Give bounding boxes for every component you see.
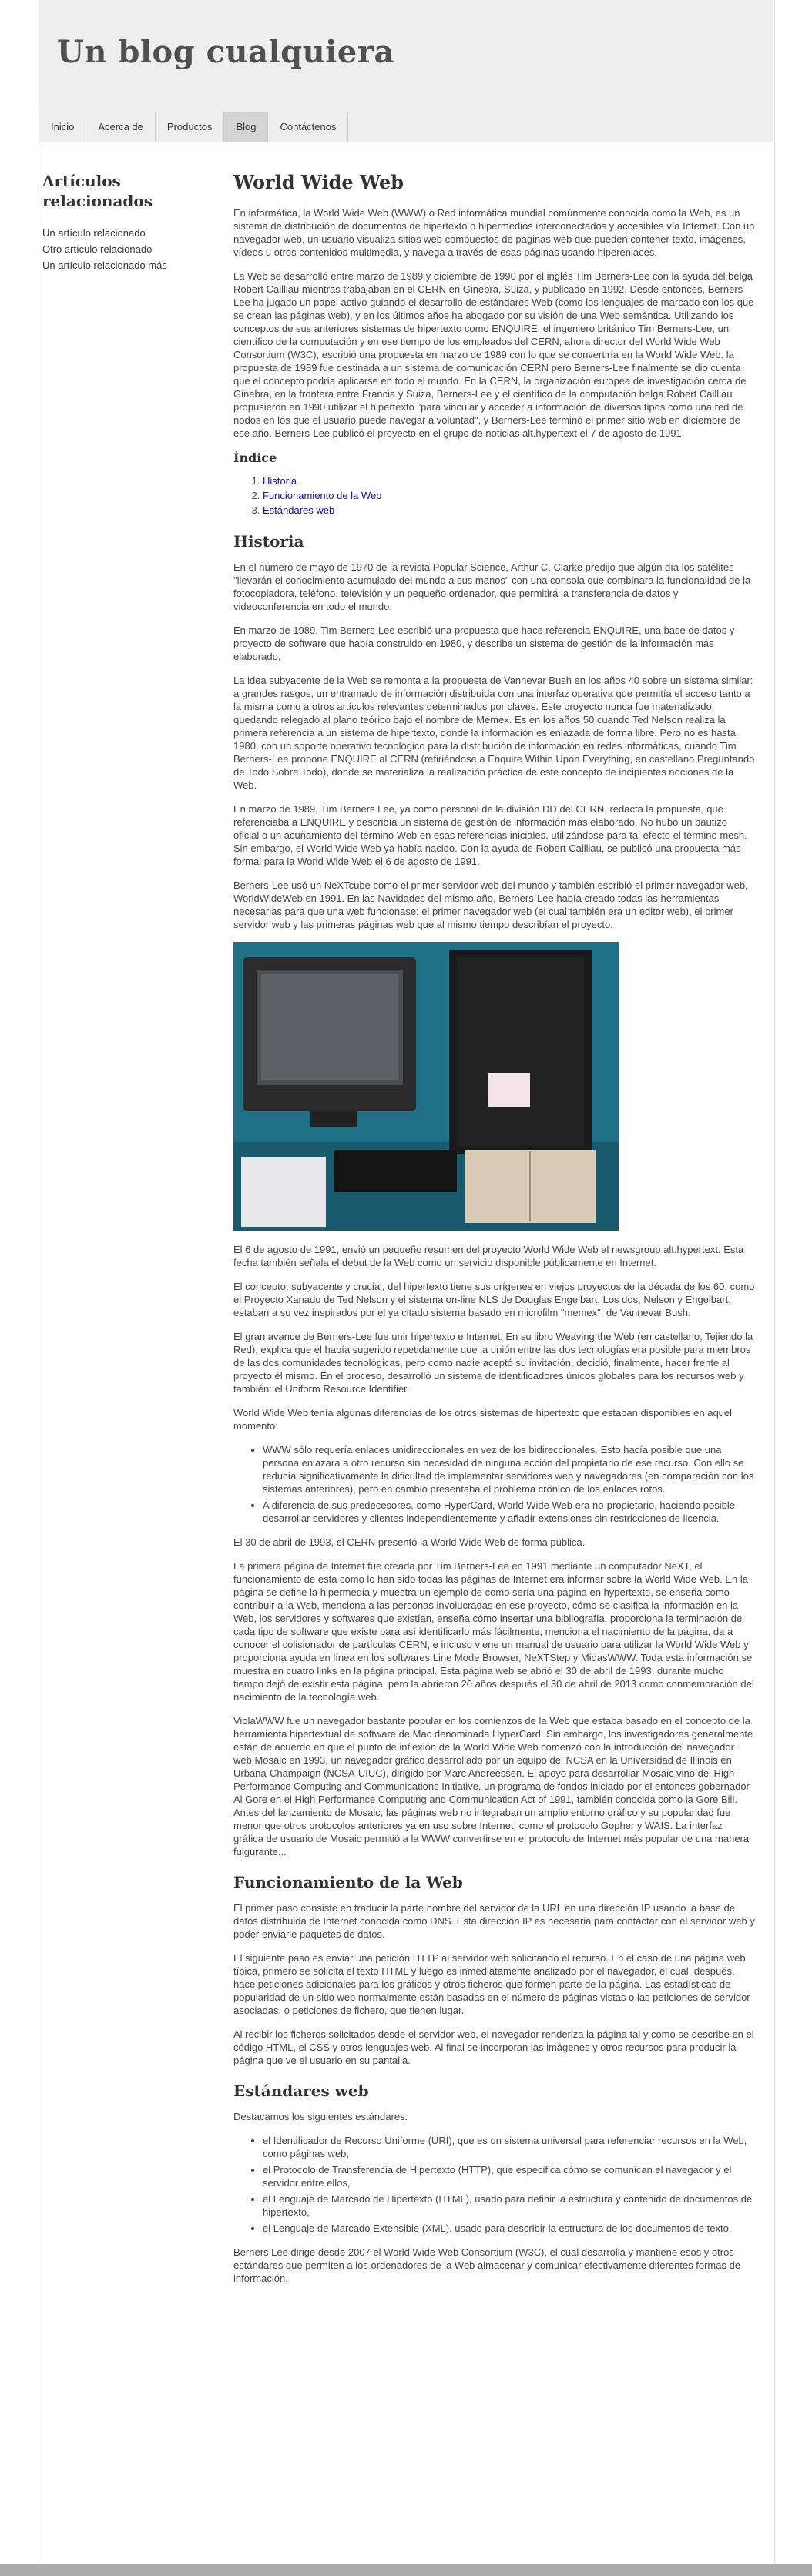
toc-title: Índice (233, 451, 277, 465)
site-title[interactable]: Un blog cualquiera (57, 34, 394, 70)
list-item: A diferencia de sus predecesores, como H… (263, 1499, 755, 1525)
toc-item: Estándares web (263, 503, 755, 518)
site-header: Un blog cualquiera (39, 0, 773, 113)
footer-bar (0, 2564, 812, 2576)
article-title: World Wide Web (233, 171, 404, 193)
toc-link-funcionamiento[interactable]: Funcionamiento de la Web (263, 490, 381, 501)
paragraph: El gran avance de Berners-Lee fue unir h… (233, 1331, 753, 1395)
toc-link-estandares[interactable]: Estándares web (263, 504, 334, 516)
list-item: el Identificador de Recurso Uniforme (UR… (263, 2134, 755, 2160)
toc-item: Historia (263, 474, 755, 488)
paragraph: En marzo de 1989, Tim Berners-Lee escrib… (233, 625, 735, 662)
nextcube-photo (233, 942, 619, 1231)
paragraph: La primera página de Internet fue creada… (233, 1560, 754, 1703)
paragraph: Destacamos los siguientes estándares: (233, 2111, 408, 2122)
nav-item-blog[interactable]: Blog (224, 112, 269, 142)
paragraph: World Wide Web tenía algunas diferencias… (233, 1407, 733, 1432)
paragraph: La Web se desarrolló entre marzo de 1989… (233, 270, 754, 439)
paragraph: Berners-Lee usó un NeXTcube como el prim… (233, 879, 748, 930)
standards-list: el Identificador de Recurso Uniforme (UR… (233, 2134, 755, 2235)
sidebar-heading: Artículos relacionados (42, 172, 153, 210)
toc-link-historia[interactable]: Historia (263, 475, 297, 487)
nav-item-productos[interactable]: Productos (156, 112, 225, 142)
paragraph: En informática, la World Wide Web (WWW) … (233, 207, 755, 258)
section-title-historia: Historia (233, 532, 304, 551)
nav-item-contacto[interactable]: Contáctenos (268, 112, 349, 142)
paragraph: En marzo de 1989, Tim Berners Lee, ya co… (233, 803, 747, 867)
main-nav: Inicio Acerca de Productos Blog Contácte… (39, 112, 773, 142)
list-item: el Protocolo de Transferencia de Hiperte… (263, 2163, 755, 2189)
section-title-funcionamiento: Funcionamiento de la Web (233, 1873, 463, 1891)
list-item: WWW sólo requería enlaces unidireccional… (263, 1443, 755, 1496)
paragraph: El 30 de abril de 1993, el CERN presentó… (233, 1536, 586, 1548)
nav-item-acerca[interactable]: Acerca de (86, 112, 156, 142)
sidebar-link-1[interactable]: Un artículo relacionado (42, 225, 220, 241)
paragraph: Al recibir los ficheros solicitados desd… (233, 2028, 754, 2066)
paragraph: El siguiente paso es enviar una petición… (233, 1952, 750, 2016)
paragraph: ViolaWWW fue un navegador bastante popul… (233, 1715, 753, 1857)
paragraph: En el número de mayo de 1970 de la revis… (233, 561, 751, 612)
article: World Wide Web En informática, la World … (233, 171, 755, 2296)
toc-item: Funcionamiento de la Web (263, 488, 755, 503)
nav-item-inicio[interactable]: Inicio (39, 112, 87, 142)
differences-list: WWW sólo requería enlaces unidireccional… (233, 1443, 755, 1525)
paragraph: La idea subyacente de la Web se remonta … (233, 675, 755, 791)
list-item: el Lenguaje de Marcado Extensible (XML),… (263, 2222, 755, 2235)
paragraph: El primer paso consiste en traducir la p… (233, 1902, 755, 1940)
sidebar-link-2[interactable]: Otro artículo relacionado (42, 241, 220, 257)
sidebar: Artículos relacionados Un artículo relac… (42, 171, 220, 273)
section-title-estandares: Estándares web (233, 2082, 369, 2100)
list-item: el Lenguaje de Marcado de Hipertexto (HT… (263, 2192, 755, 2219)
paragraph: El concepto, subyacente y crucial, del h… (233, 1281, 755, 1318)
table-of-contents: Historia Funcionamiento de la Web Estánd… (233, 474, 755, 518)
sidebar-link-3[interactable]: Un artículo relacionado más (42, 257, 220, 273)
paragraph: El 6 de agosto de 1991, envió un pequeño… (233, 1244, 744, 1268)
paragraph: Berners Lee dirige desde 2007 el World W… (233, 2246, 741, 2284)
